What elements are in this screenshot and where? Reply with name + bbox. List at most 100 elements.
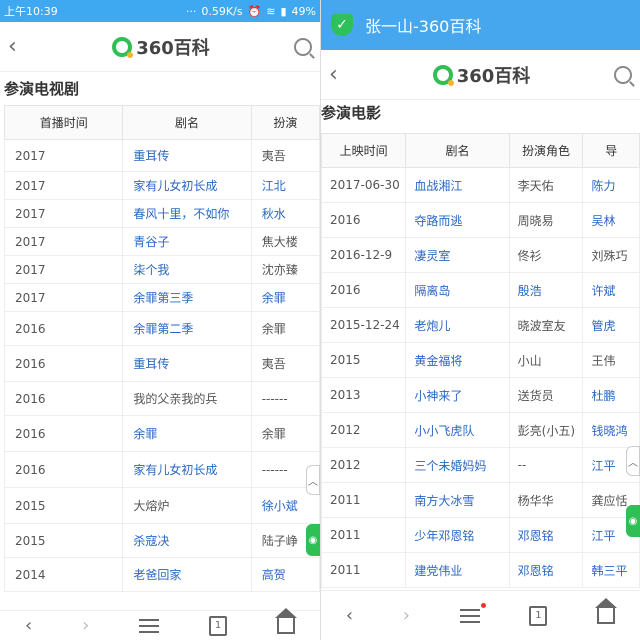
- table-row: 2012 三个未婚妈妈 -- 江平: [321, 447, 640, 483]
- role-cell: 晓波室友: [508, 307, 584, 343]
- back-nav-icon[interactable]: ‹: [25, 615, 32, 636]
- title-link[interactable]: 少年邓恩铭: [405, 517, 510, 553]
- role-cell: 佟衫: [508, 237, 584, 273]
- forward-nav-icon[interactable]: ›: [403, 605, 410, 626]
- director-cell[interactable]: 韩三平: [582, 552, 640, 588]
- back-nav-icon[interactable]: ‹: [346, 605, 353, 626]
- director-cell[interactable]: 杜鹏: [582, 377, 640, 413]
- title-link[interactable]: 夺路而逃: [405, 202, 510, 238]
- director-cell: 王伟: [582, 342, 640, 378]
- title-link[interactable]: 春风十里，不如你: [122, 199, 252, 228]
- search-icon[interactable]: [613, 65, 632, 84]
- title-link: 大熔炉: [122, 487, 252, 524]
- table-row: 2011 建党伟业 邓恩铭 韩三平: [321, 552, 640, 588]
- browser-toolbar: ‹ › 1: [0, 607, 320, 640]
- date-cell: 2015: [321, 342, 407, 378]
- director-cell[interactable]: 吴林: [582, 202, 640, 238]
- role-cell[interactable]: 邓恩铭: [508, 517, 584, 553]
- share-float-button[interactable]: ◉: [626, 505, 640, 537]
- role-cell: 余罪: [250, 311, 320, 346]
- site-logo[interactable]: 360百科: [112, 34, 210, 60]
- forward-nav-icon[interactable]: ›: [82, 615, 89, 636]
- date-cell: 2013: [321, 377, 407, 413]
- right-header-2: 扮演角色: [508, 133, 584, 168]
- title-link[interactable]: 血战湘江: [405, 167, 510, 203]
- more-icon: ···: [185, 4, 197, 18]
- role-cell: 送货员: [508, 377, 584, 413]
- tabs-button[interactable]: 1: [209, 615, 228, 636]
- title-link: 我的父亲我的兵: [122, 381, 252, 416]
- tabs-button[interactable]: 1: [529, 605, 548, 626]
- logo-icon: [112, 36, 134, 58]
- role-cell[interactable]: 高贺: [250, 557, 320, 592]
- date-cell: 2011: [321, 552, 407, 588]
- title-link[interactable]: 三个未婚妈妈: [405, 447, 510, 483]
- date-cell: 2012: [321, 412, 407, 448]
- table-row: 2016 余罪第二季 余罪: [3, 311, 320, 346]
- share-float-button[interactable]: ◉: [306, 524, 320, 556]
- menu-icon[interactable]: [459, 602, 486, 623]
- title-link[interactable]: 重耳传: [122, 345, 252, 382]
- left-screen: 上午10:39 ··· 0.59K/s ⏰ ≋ ▮ 49% ‹ 360百科 参演…: [0, 0, 320, 640]
- title-link[interactable]: 南方大冰雪: [405, 482, 510, 518]
- role-cell[interactable]: 江北: [250, 171, 320, 200]
- back-icon[interactable]: ‹: [8, 34, 28, 59]
- title-link[interactable]: 老炮儿: [405, 307, 510, 343]
- year-cell: 2015: [3, 523, 124, 558]
- title-link[interactable]: 重耳传: [122, 139, 252, 172]
- title-link[interactable]: 黄金福将: [405, 342, 510, 378]
- status-bar: 上午10:39 ··· 0.59K/s ⏰ ≋ ▮ 49%: [0, 0, 320, 22]
- scroll-top-icon[interactable]: ︿: [306, 465, 320, 495]
- year-cell: 2014: [3, 557, 124, 592]
- right-header-3: 导: [582, 133, 640, 168]
- director-cell[interactable]: 钱晓鸿: [582, 412, 640, 448]
- window-title: 张一山-360百科: [365, 17, 482, 36]
- role-cell: 夷吾: [250, 345, 320, 382]
- title-link[interactable]: 杀寇决: [122, 523, 252, 558]
- table-row: 2016 夺路而逃 周晓易 吴林: [321, 202, 640, 238]
- role-cell: --: [508, 447, 584, 483]
- section-title-tv: 参演电视剧: [4, 80, 80, 98]
- title-link[interactable]: 家有儿女初长成: [122, 171, 252, 200]
- notification-dot: [480, 602, 486, 608]
- title-link[interactable]: 隔离岛: [405, 272, 510, 308]
- role-cell[interactable]: 殷浩: [508, 272, 584, 308]
- title-link[interactable]: 家有儿女初长成: [122, 451, 252, 488]
- role-cell[interactable]: 余罪: [250, 283, 320, 312]
- title-link[interactable]: 凄灵室: [405, 237, 510, 273]
- title-link[interactable]: 老爸回家: [122, 557, 252, 592]
- role-cell[interactable]: 秋水: [250, 199, 320, 228]
- title-link[interactable]: 余罪第二季: [122, 311, 252, 346]
- tv-table: 首播时间 剧名 扮演 2017 重耳传 夷吾 2017 家有儿女初长成 江北 2017 春风十里，…: [3, 105, 320, 592]
- table-row: 2015 大熔炉 徐小斌: [3, 487, 320, 524]
- title-link[interactable]: 小小飞虎队: [405, 412, 510, 448]
- table-row: 2015-12-24 老炮儿 晓波室友 管虎: [321, 307, 640, 343]
- network-speed: 0.59K/s: [201, 4, 243, 18]
- director-cell[interactable]: 许斌: [582, 272, 640, 308]
- title-link[interactable]: 余罪第三季: [122, 283, 252, 312]
- date-cell: 2017-06-30: [321, 167, 407, 203]
- right-header-1: 剧名: [405, 133, 510, 168]
- alarm-icon: ⏰: [247, 4, 262, 18]
- director-cell[interactable]: 管虎: [582, 307, 640, 343]
- search-icon[interactable]: [293, 37, 312, 56]
- role-cell: 彭亮(小五): [508, 412, 584, 448]
- back-icon[interactable]: ‹: [329, 62, 349, 87]
- director-cell: 刘殊巧: [582, 237, 640, 273]
- title-link[interactable]: 柒个我: [122, 255, 252, 284]
- role-cell[interactable]: 邓恩铭: [508, 552, 584, 588]
- title-link[interactable]: 建党伟业: [405, 552, 510, 588]
- role-cell: 李天佑: [508, 167, 584, 203]
- movie-table: 上映时间 剧名 扮演角色导 2017-06-30 血战湘江 李天佑 陈力 2016 夺路而逃周…: [321, 133, 640, 588]
- table-row: 2015 黄金福将 小山 王伟: [321, 342, 640, 378]
- title-link[interactable]: 余罪: [122, 415, 252, 452]
- title-link[interactable]: 青谷子: [122, 227, 252, 256]
- title-link[interactable]: 小神来了: [405, 377, 510, 413]
- menu-icon[interactable]: [139, 618, 160, 633]
- scroll-top-icon[interactable]: ︿: [626, 446, 640, 476]
- director-cell[interactable]: 陈力: [582, 167, 640, 203]
- home-icon[interactable]: [595, 597, 618, 624]
- home-icon[interactable]: [274, 607, 297, 634]
- table-row: 2011 少年邓恩铭 邓恩铭 江平: [321, 517, 640, 553]
- site-logo[interactable]: 360百科: [432, 62, 530, 88]
